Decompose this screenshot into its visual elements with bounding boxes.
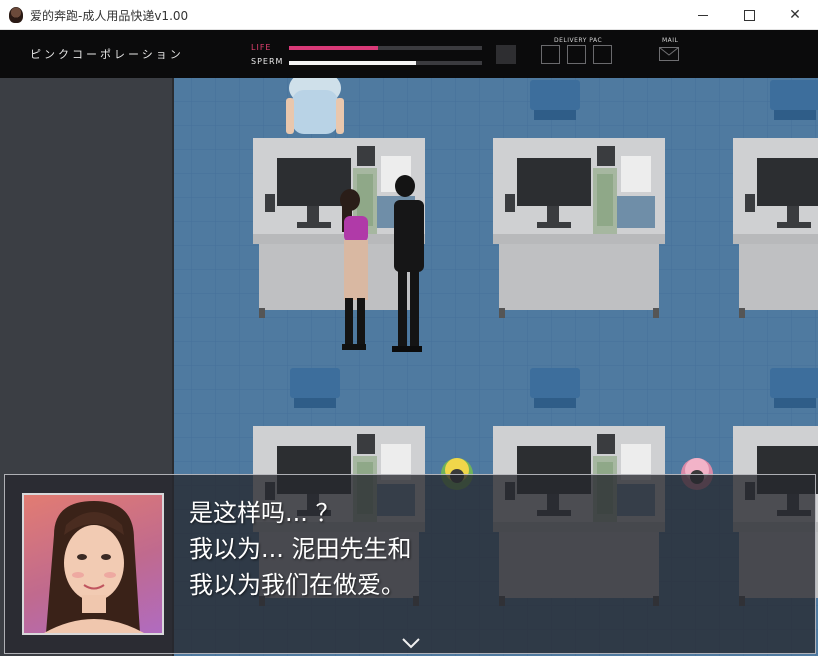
dialogue-line: 是这样吗... ？	[189, 499, 340, 527]
dialogue-text: 是这样吗... ？ 我以为... 泥田先生和 我以为我们在做爱。	[189, 495, 789, 603]
dialogue-line: 我以为... 泥田先生和	[189, 535, 412, 563]
chevron-down-icon[interactable]	[401, 637, 421, 649]
maximize-button[interactable]	[726, 0, 772, 30]
maximize-icon	[743, 9, 755, 21]
close-icon: ✕	[789, 7, 801, 23]
minimize-icon	[698, 14, 708, 16]
envelope-icon[interactable]	[659, 47, 679, 61]
status-slot	[496, 45, 516, 64]
delivery-slot	[567, 45, 586, 64]
game-hud: ピンクコーポレーション LIFE SPERM DELIVERY PAC MAIL	[0, 30, 818, 78]
delivery-label: DELIVERY PAC	[554, 37, 603, 44]
window-titlebar: 爱的奔跑-成人用品快递v1.00 ✕	[0, 0, 818, 30]
sperm-bar-fill	[289, 61, 417, 65]
dialogue-line: 我以为我们在做爱。	[189, 571, 405, 599]
sperm-bar	[289, 61, 482, 65]
delivery-slot	[593, 45, 612, 64]
company-name: ピンクコーポレーション	[30, 48, 184, 61]
woman-portrait	[22, 493, 164, 635]
dialogue-box[interactable]: 是这样吗... ？ 我以为... 泥田先生和 我以为我们在做爱。	[4, 474, 816, 654]
minimize-button[interactable]	[680, 0, 726, 30]
window-title: 爱的奔跑-成人用品快递v1.00	[30, 9, 189, 23]
mail-label: MAIL	[662, 37, 679, 44]
delivery-slot	[541, 45, 560, 64]
life-bar	[289, 46, 482, 50]
sperm-label: SPERM	[251, 57, 284, 66]
life-bar-fill	[289, 46, 378, 50]
close-button[interactable]: ✕	[772, 0, 818, 30]
portrait-art	[44, 501, 144, 633]
life-label: LIFE	[251, 43, 272, 52]
character-app-icon	[9, 7, 23, 23]
